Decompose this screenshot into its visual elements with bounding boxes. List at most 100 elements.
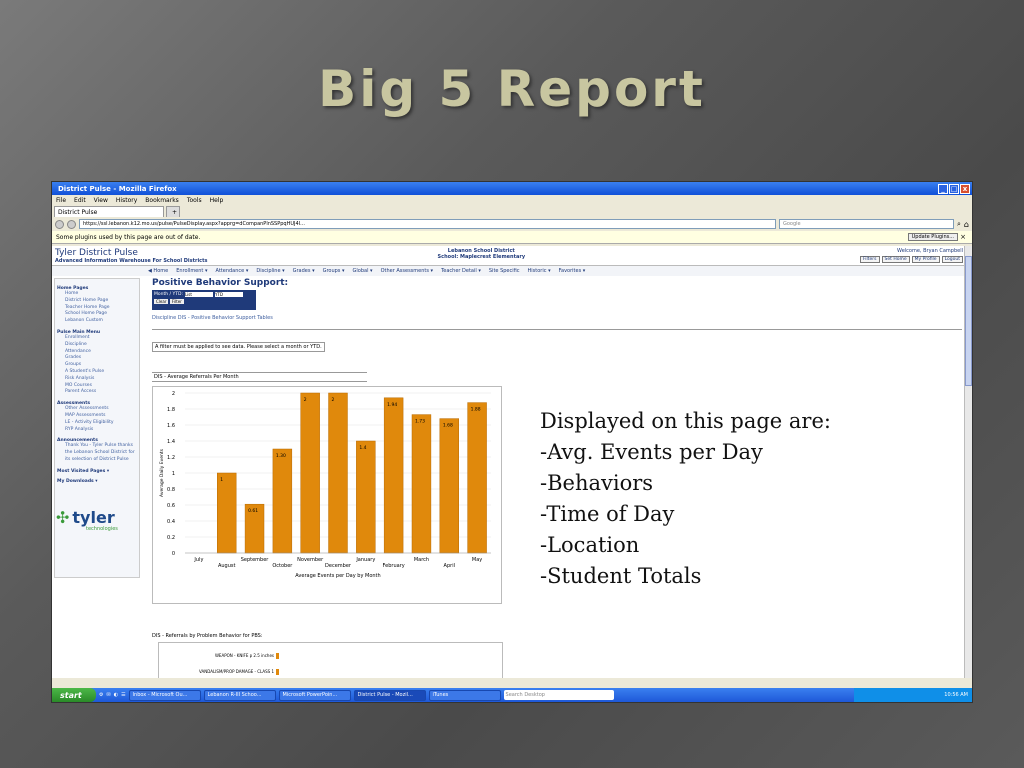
- menu-item-history[interactable]: History: [116, 197, 137, 204]
- bar-chart: 0 0.2 0.4 0.6 0.8 1 1.2 1.4 1.6 1.8 2 July August Sep…: [159, 391, 491, 579]
- chart2-container: WEAPON - KNIFE p 2.5 inches VANDALISM/PR…: [158, 642, 503, 678]
- window-title: District Pulse - Mozilla Firefox: [58, 184, 177, 193]
- filter-button[interactable]: Filter: [169, 299, 184, 304]
- menu-item-tools[interactable]: Tools: [187, 197, 202, 204]
- top-menu-item[interactable]: Global ▾: [353, 268, 373, 274]
- sidebar-item[interactable]: Discipline: [57, 342, 137, 349]
- top-menu-item[interactable]: Enrollment ▾: [176, 268, 207, 274]
- taskbar-item[interactable]: District Pulse - Mozil...: [353, 689, 426, 701]
- sidebar-item[interactable]: MAP Assessments: [57, 413, 137, 420]
- url-bar[interactable]: https://ssl.lebanon.k12.mo.us/pulse/Puls…: [79, 219, 776, 229]
- quicklaunch-icon[interactable]: ⚙: [99, 692, 103, 698]
- header-button[interactable]: Logout: [941, 256, 963, 263]
- bar: [439, 418, 459, 554]
- x-tick-label: January: [355, 557, 375, 563]
- clear-button[interactable]: Clear: [154, 299, 169, 304]
- bar: [300, 392, 320, 554]
- chart2-row-label: VANDALISM/PROP DAMAGE - CLASS 1: [199, 669, 274, 674]
- taskbar: start ⚙ ✉ ◐ ☰ Inbox - Microsoft Ou... Lebanon…: [52, 688, 972, 702]
- sidebar-item[interactable]: A Student's Pulse: [57, 369, 137, 376]
- system-tray: 10:56 AM: [854, 688, 972, 702]
- taskbar-item[interactable]: Microsoft PowerPoin...: [278, 689, 351, 701]
- new-tab-button[interactable]: +: [166, 206, 180, 217]
- sidebar-item[interactable]: Enrollment: [57, 335, 137, 342]
- slide-title: Big 5 Report: [318, 60, 706, 118]
- forward-icon[interactable]: [67, 219, 76, 229]
- tyler-logo: ✣ tyler technologies: [56, 508, 118, 532]
- sidebar-item[interactable]: Other Assessments: [57, 406, 137, 413]
- breadcrumb[interactable]: Discipline DIS - Positive Behavior Suppo…: [152, 315, 962, 330]
- data-label: 1.94: [387, 402, 397, 408]
- home-icon[interactable]: ⌂: [964, 220, 969, 229]
- minimize-icon[interactable]: _: [938, 183, 948, 194]
- top-menu-item[interactable]: Teacher Detail ▾: [441, 268, 481, 274]
- browser-screenshot: District Pulse - Mozilla Firefox _ □ x F…: [51, 181, 973, 703]
- data-label: 0.61: [248, 508, 258, 514]
- taskbar-item[interactable]: iTunes: [428, 689, 501, 701]
- data-label: 1.68: [443, 423, 453, 429]
- top-menu-item[interactable]: Site Specific: [489, 268, 520, 274]
- sidebar-item[interactable]: Home: [57, 291, 137, 298]
- top-menu-item[interactable]: ◀ Home: [148, 268, 168, 274]
- header-button[interactable]: Filters: [860, 256, 880, 263]
- header-button[interactable]: My Profile: [911, 256, 940, 263]
- update-plugins-button[interactable]: Update Plugins...: [907, 233, 958, 241]
- dismiss-icon[interactable]: ×: [960, 233, 966, 241]
- filter-label: Month / YTD:: [154, 292, 183, 297]
- list-select[interactable]: List: [184, 292, 213, 297]
- brand-title: Tyler District Pulse: [55, 248, 138, 258]
- vertical-scrollbar[interactable]: [964, 246, 972, 678]
- top-menu-item[interactable]: Discipline ▾: [256, 268, 284, 274]
- menu-item-edit[interactable]: Edit: [74, 197, 86, 204]
- quicklaunch-icon[interactable]: ✉: [106, 692, 110, 698]
- y-tick-label: 1.2: [167, 455, 175, 461]
- sidebar-item[interactable]: LE - Activity Eligibility: [57, 420, 137, 427]
- sidebar-item[interactable]: Thank You - Tyler Pulse thanks the Leban…: [57, 443, 137, 463]
- top-menu-item[interactable]: Favorites ▾: [559, 268, 586, 274]
- close-icon[interactable]: x: [960, 183, 970, 194]
- x-tick-label: May: [472, 557, 482, 563]
- start-button[interactable]: start: [52, 688, 96, 702]
- sidebar-item[interactable]: Risk Analysis: [57, 376, 137, 383]
- taskbar-item[interactable]: Lebanon R-III Schoo...: [203, 689, 276, 701]
- taskbar-item[interactable]: Inbox - Microsoft Ou...: [128, 689, 201, 701]
- top-menu-item[interactable]: Attendance ▾: [216, 268, 249, 274]
- top-menu-item[interactable]: Grades ▾: [293, 268, 315, 274]
- bar: [272, 448, 293, 554]
- top-menu-item[interactable]: Historic ▾: [528, 268, 551, 274]
- ytd-select[interactable]: YTD: [214, 292, 243, 297]
- x-tick-label: August: [218, 563, 236, 569]
- scroll-thumb[interactable]: [965, 256, 972, 386]
- page-title: Positive Behavior Support:: [152, 278, 289, 288]
- sidebar-section-title[interactable]: My Downloads ▾: [57, 479, 137, 484]
- menu-item-help[interactable]: Help: [210, 197, 224, 204]
- browser-menubar: File Edit View History Bookmarks Tools Help: [52, 195, 972, 205]
- back-icon[interactable]: [55, 219, 64, 229]
- search-input[interactable]: Google: [779, 219, 954, 229]
- taskbar-search[interactable]: Search Desktop: [503, 690, 614, 700]
- top-menu-item[interactable]: Other Assessments ▾: [381, 268, 433, 274]
- sidebar-item[interactable]: Groups: [57, 362, 137, 369]
- sidebar-item[interactable]: District Home Page: [57, 298, 137, 305]
- sidebar-item[interactable]: Lebanon Custom: [57, 318, 137, 325]
- header-button[interactable]: Set Home: [881, 256, 910, 263]
- sidebar-item[interactable]: Parent Access: [57, 389, 137, 396]
- chart-title: DIS - Average Referrals Per Month: [152, 372, 367, 382]
- menu-item-view[interactable]: View: [94, 197, 108, 204]
- tab-district-pulse[interactable]: District Pulse: [54, 206, 164, 217]
- menu-item-bookmarks[interactable]: Bookmarks: [145, 197, 179, 204]
- x-axis-label: Average Events per Day by Month: [295, 573, 380, 579]
- data-label: 1: [220, 477, 223, 483]
- search-icon[interactable]: ⌕: [957, 220, 961, 229]
- nav-bar: https://ssl.lebanon.k12.mo.us/pulse/Puls…: [52, 217, 972, 231]
- sidebar-item[interactable]: RYP Analysis: [57, 427, 137, 434]
- top-menu-item[interactable]: Groups ▾: [323, 268, 345, 274]
- maximize-icon[interactable]: □: [949, 183, 959, 194]
- sidebar-section-title[interactable]: Most Visited Pages ▾: [57, 469, 137, 474]
- quicklaunch-icon[interactable]: ◐: [114, 692, 118, 698]
- slide-bullets: Displayed on this page are: -Avg. Events …: [540, 406, 831, 592]
- quicklaunch-icon[interactable]: ☰: [121, 692, 125, 698]
- menu-item-file[interactable]: File: [56, 197, 66, 204]
- x-tick-label: February: [383, 563, 405, 569]
- y-tick-label: 0.4: [167, 519, 175, 525]
